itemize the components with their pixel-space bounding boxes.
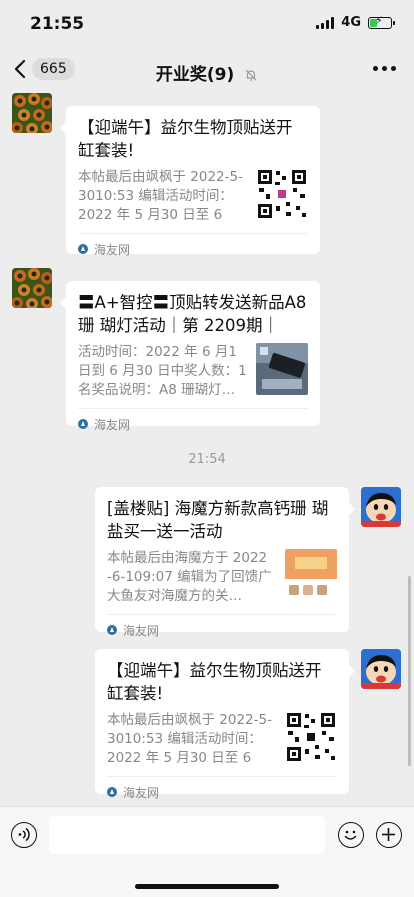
cartoon-avatar-image (361, 487, 401, 527)
card-description: 本帖最后由飒枫于 2022-5-3010:53 编辑活动时间：2022 年 5 … (107, 712, 272, 766)
message-timestamp: 21:54 (188, 452, 226, 467)
network-label: 4G (341, 15, 361, 30)
card-source-label: 海友网 (94, 242, 131, 257)
mute-bell-icon (245, 69, 257, 81)
qr-code-thumbnail (285, 711, 337, 763)
shared-link-card[interactable]: 【迎端午】益尔生物顶贴送开缸套装! 本帖最后由飒枫于 2022-5-3010:5… (60, 106, 320, 257)
voice-input-button[interactable] (11, 822, 37, 848)
source-logo-icon (78, 244, 88, 254)
card-source-label: 海友网 (94, 417, 131, 432)
plus-icon (382, 828, 395, 841)
source-logo-icon (78, 419, 88, 429)
source-logo-icon (107, 787, 117, 797)
message-text-field[interactable] (49, 816, 325, 854)
status-indicators: 4G ⚡ (316, 15, 395, 30)
coral-avatar-image (12, 268, 52, 308)
qr-code-thumbnail (256, 168, 308, 220)
sender-avatar[interactable] (12, 268, 52, 308)
shared-link-card[interactable]: 〓A+智控〓顶贴转发送新品A8珊 瑚灯活动｜第 2209期｜ 活动时间：2022… (60, 281, 320, 432)
chat-title-text: 开业奖(9) (155, 65, 235, 85)
card-description: 本帖最后由飒枫于 2022-5-3010:53 编辑活动时间：2022 年 5 … (78, 169, 243, 223)
status-bar: 21:55 4G ⚡ (0, 0, 414, 48)
coral-salt-thumbnail (285, 549, 337, 601)
voice-icon (18, 827, 30, 842)
my-avatar[interactable] (361, 487, 401, 527)
signal-icon (316, 16, 335, 29)
more-actions-button[interactable] (376, 822, 402, 848)
home-indicator (135, 884, 279, 889)
card-title: 【迎端午】益尔生物顶贴送开缸套装! (78, 118, 293, 160)
status-time: 21:55 (30, 14, 85, 34)
card-source-label: 海友网 (123, 785, 160, 800)
card-description: 本帖最后由海魔方于 2022 -6-109:07 编辑为了回馈广大鱼友对海魔方的… (107, 550, 272, 604)
coral-lamp-thumbnail (256, 343, 308, 395)
card-source: 海友网 (78, 408, 308, 439)
chat-title: 开业奖(9) (0, 60, 414, 85)
coral-avatar-image (12, 93, 52, 133)
chat-header: 665 开业奖(9) (0, 48, 414, 92)
shared-link-card[interactable]: [盖楼贴] 海魔方新款高钙珊 瑚盐买一送一活动 本帖最后由海魔方于 2022 -… (95, 487, 355, 638)
card-description: 活动时间：2022 年 6 月1 日到 6 月30 日中奖人数：1 名奖品说明：… (78, 344, 247, 398)
card-source: 海友网 (107, 776, 337, 807)
card-source: 海友网 (107, 614, 337, 645)
card-source: 海友网 (78, 233, 308, 264)
cartoon-avatar-image (361, 649, 401, 689)
emoji-icon (344, 830, 357, 840)
scrollbar[interactable] (408, 576, 411, 766)
my-avatar[interactable] (361, 649, 401, 689)
more-options-button[interactable] (373, 66, 396, 71)
sender-avatar[interactable] (12, 93, 52, 133)
emoji-button[interactable] (338, 822, 364, 848)
card-title: [盖楼贴] 海魔方新款高钙珊 瑚盐买一送一活动 (107, 499, 329, 541)
message-input-bar (0, 806, 414, 897)
card-title: 【迎端午】益尔生物顶贴送开缸套装! (107, 661, 322, 703)
card-title: 〓A+智控〓顶贴转发送新品A8珊 瑚灯活动｜第 2209期｜ (78, 293, 307, 335)
card-source-label: 海友网 (123, 623, 160, 638)
battery-icon: ⚡ (368, 15, 395, 29)
shared-link-card[interactable]: 【迎端午】益尔生物顶贴送开缸套装! 本帖最后由飒枫于 2022-5-3010:5… (95, 649, 355, 800)
source-logo-icon (107, 625, 117, 635)
